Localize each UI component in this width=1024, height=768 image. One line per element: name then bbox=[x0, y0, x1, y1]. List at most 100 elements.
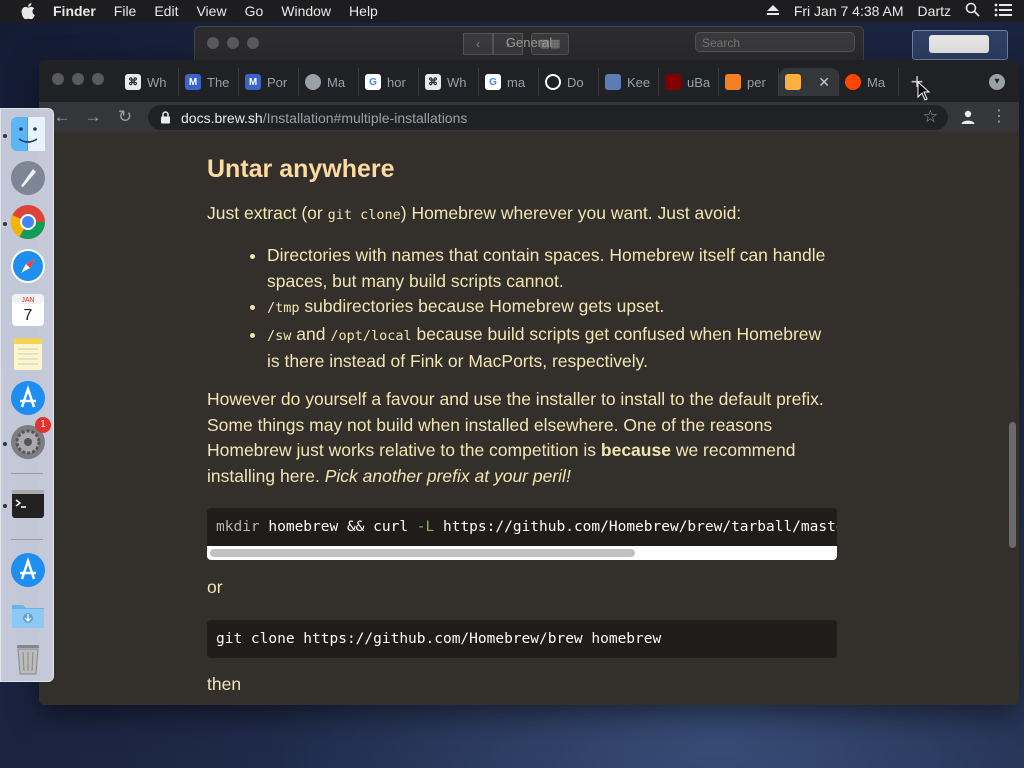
url-host[interactable]: docs.brew.sh bbox=[181, 110, 263, 126]
mouse-pointer-icon bbox=[917, 81, 931, 101]
google-icon: G bbox=[485, 74, 501, 90]
browser-tab[interactable]: ⌘ Wh bbox=[119, 68, 179, 96]
horizontal-scrollbar[interactable] bbox=[207, 546, 837, 560]
eject-icon[interactable] bbox=[766, 3, 780, 19]
list-item: /sw and /opt/local because build scripts… bbox=[267, 322, 827, 375]
bookmark-star-icon[interactable]: ☆ bbox=[923, 107, 938, 127]
profile-avatar-icon[interactable] bbox=[957, 106, 979, 128]
browser-tab[interactable]: Kee bbox=[599, 68, 659, 96]
stackoverflow-icon bbox=[725, 74, 741, 90]
apple-menu-icon[interactable] bbox=[19, 0, 37, 22]
svg-text:7: 7 bbox=[24, 307, 33, 324]
menu-user[interactable]: Dartz bbox=[918, 3, 951, 19]
trash-icon[interactable] bbox=[9, 639, 47, 677]
code-block-curl[interactable]: mkdir homebrew && curl -L https://github… bbox=[207, 508, 837, 560]
finder-icon[interactable] bbox=[9, 115, 47, 153]
browser-tab[interactable]: M Por bbox=[239, 68, 299, 96]
tab-label: Wh bbox=[147, 74, 167, 90]
section-heading: Untar anywhere bbox=[207, 155, 395, 183]
finder-search-input[interactable]: Search bbox=[695, 32, 855, 52]
vertical-scrollbar[interactable] bbox=[1009, 422, 1016, 548]
spotlight-search-icon[interactable] bbox=[965, 2, 980, 20]
reddit-icon bbox=[845, 74, 861, 90]
browser-tab[interactable]: per bbox=[719, 68, 779, 96]
printer-icon[interactable] bbox=[912, 30, 1008, 60]
menu-help[interactable]: Help bbox=[349, 3, 378, 19]
browser-tab[interactable]: M The bbox=[179, 68, 239, 96]
chrome-menu-icon[interactable]: ⋮ bbox=[991, 106, 1007, 128]
tab-label: Kee bbox=[627, 74, 651, 90]
circle-icon bbox=[545, 74, 561, 90]
chrome-icon[interactable] bbox=[9, 203, 47, 241]
chrome-window: ⌘ Wh M The M Por Ma Ghor ⌘ Wh Gma Do Kee uBa per ✕ Ma + ▾… bbox=[39, 60, 1019, 705]
tab-strip: ⌘ Wh M The M Por Ma Ghor ⌘ Wh Gma Do Kee uBa per ✕ Ma + ▾ bbox=[39, 60, 1019, 102]
bookmark-icon: ⌘ bbox=[425, 74, 441, 90]
reload-icon[interactable]: ↻ bbox=[114, 106, 136, 128]
browser-tab[interactable]: Do bbox=[539, 68, 599, 96]
menu-bar: Finder File Edit View Go Window Help Fri… bbox=[0, 0, 1024, 22]
url-path[interactable]: /Installation#multiple-installations bbox=[263, 110, 468, 126]
eye-icon bbox=[605, 74, 621, 90]
tab-label: Ma bbox=[867, 74, 886, 90]
back-icon[interactable]: ← bbox=[51, 106, 73, 128]
app-store-icon[interactable] bbox=[9, 379, 47, 417]
downloads-folder-icon[interactable] bbox=[9, 595, 47, 633]
tab-label: hor bbox=[387, 74, 406, 90]
lock-icon[interactable] bbox=[160, 111, 171, 124]
browser-tab[interactable]: ✕ bbox=[779, 68, 839, 96]
address-bar[interactable]: docs.brew.sh/Installation#multiple-insta… bbox=[148, 105, 948, 130]
tab-list: ⌘ Wh M The M Por Ma Ghor ⌘ Wh Gma Do Kee uBa per ✕ Ma + bbox=[119, 68, 935, 98]
menu-window[interactable]: Window bbox=[281, 3, 331, 19]
tab-label: The bbox=[207, 74, 230, 90]
notification-center-icon[interactable] bbox=[994, 3, 1012, 20]
or-label: or bbox=[207, 577, 223, 597]
close-tab-icon[interactable]: ✕ bbox=[818, 74, 830, 91]
menu-view[interactable]: View bbox=[196, 3, 226, 19]
browser-tab[interactable]: uBa bbox=[659, 68, 719, 96]
homebrew-icon bbox=[785, 74, 801, 90]
system-preferences-icon[interactable]: 1 bbox=[9, 417, 51, 461]
browser-toolbar: ← → ↻ docs.brew.sh/Installation#multiple… bbox=[39, 102, 1019, 132]
google-icon: G bbox=[365, 74, 381, 90]
mp-icon: M bbox=[185, 74, 201, 90]
menu-edit[interactable]: Edit bbox=[154, 3, 178, 19]
terminal-icon[interactable] bbox=[9, 485, 47, 523]
forward-icon[interactable]: → bbox=[82, 106, 104, 128]
bookmark-icon: ⌘ bbox=[125, 74, 141, 90]
tab-label: Por bbox=[267, 74, 288, 90]
inline-code: git clone bbox=[327, 207, 401, 223]
launchpad-icon[interactable] bbox=[9, 159, 47, 197]
svg-text:JAN: JAN bbox=[21, 297, 34, 304]
tab-label: Wh bbox=[447, 74, 467, 90]
list-item: Directories with names that contain spac… bbox=[267, 243, 827, 294]
browser-tab[interactable]: Ghor bbox=[359, 68, 419, 96]
dock: JAN 7 1 bbox=[0, 108, 54, 682]
browser-tab[interactable]: Gma bbox=[479, 68, 539, 96]
menu-app-name[interactable]: Finder bbox=[53, 3, 96, 19]
browser-tab[interactable]: Ma bbox=[299, 68, 359, 96]
notification-badge: 1 bbox=[35, 417, 51, 433]
menu-clock[interactable]: Fri Jan 7 4:38 AM bbox=[794, 3, 904, 19]
code-block-git-clone[interactable]: git clone https://github.com/Homebrew/br… bbox=[207, 620, 837, 658]
tab-label: Do bbox=[567, 74, 584, 90]
finder-window[interactable]: ‹ › ▦▦ General Search bbox=[194, 26, 864, 62]
avoid-list: Directories with names that contain spac… bbox=[207, 243, 827, 375]
menu-go[interactable]: Go bbox=[245, 3, 264, 19]
browser-tab[interactable]: ⌘ Wh bbox=[419, 68, 479, 96]
page-content[interactable]: Untar anywhere Just extract (or git clon… bbox=[39, 132, 1019, 705]
notes-icon[interactable] bbox=[9, 335, 47, 373]
app-store-downloads-icon[interactable] bbox=[9, 551, 47, 589]
safari-icon[interactable] bbox=[9, 247, 47, 285]
browser-tab[interactable]: Ma bbox=[839, 68, 899, 96]
tab-label: uBa bbox=[687, 74, 711, 90]
calendar-icon[interactable]: JAN 7 bbox=[9, 291, 47, 329]
globe-icon bbox=[305, 74, 321, 90]
intro-paragraph: Just extract (or git clone) Homebrew whe… bbox=[207, 203, 742, 223]
list-item: /tmp subdirectories because Homebrew get… bbox=[267, 294, 827, 322]
mp-icon: M bbox=[245, 74, 261, 90]
chrome-window-controls[interactable] bbox=[52, 73, 104, 85]
tab-label: ma bbox=[507, 74, 526, 90]
menu-file[interactable]: File bbox=[114, 3, 137, 19]
tab-search-icon[interactable]: ▾ bbox=[989, 74, 1005, 90]
recommendation-paragraph: However do yourself a favour and use the… bbox=[207, 389, 824, 486]
